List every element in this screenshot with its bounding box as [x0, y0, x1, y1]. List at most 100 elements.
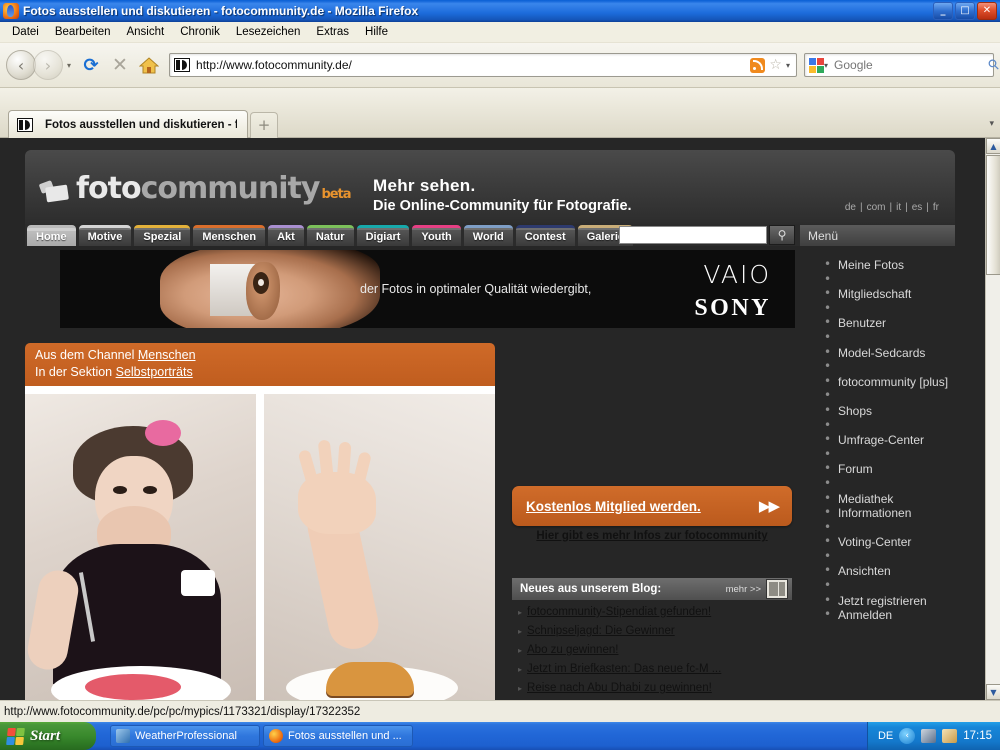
list-item[interactable]: ▸ Schnipseljagd: Die Gewinner — [518, 625, 792, 637]
sidebar-item-benutzer[interactable]: Benutzer — [824, 315, 985, 331]
chevron-down-icon[interactable]: ▾ — [67, 61, 71, 70]
sidebar-item-meine-fotos[interactable]: Meine Fotos — [824, 257, 985, 273]
back-button[interactable]: ‹ — [6, 50, 36, 80]
channel-tab-akt[interactable]: Akt — [268, 225, 304, 246]
magnify-icon: ⚲ — [777, 228, 787, 242]
list-all-tabs-icon[interactable]: ▾ — [989, 118, 994, 129]
sidebar-item-umfrage-center[interactable]: Umfrage-Center — [824, 432, 985, 448]
chevron-left-icon[interactable]: ‹ — [899, 728, 916, 744]
channel-promo-link-selbstportraets[interactable]: Selbstporträts — [116, 365, 193, 379]
sidebar-item-jetzt-registrieren[interactable]: Jetzt registrieren — [824, 593, 985, 609]
menu-item-bearbeiten[interactable]: Bearbeiten — [47, 24, 119, 40]
new-tab-button[interactable]: + — [250, 112, 278, 138]
sidebar-item-mediathek[interactable]: Mediathek — [824, 491, 985, 507]
sidebar-spacer — [824, 549, 985, 565]
sidebar-item-shops[interactable]: Shops — [824, 403, 985, 419]
site-search-input[interactable] — [619, 226, 767, 244]
status-bar-url: http://www.fotocommunity.de/pc/pc/mypics… — [4, 705, 361, 718]
lang-fr[interactable]: fr — [931, 202, 941, 213]
tray-language-indicator[interactable]: DE — [878, 730, 893, 742]
channel-tab-menschen[interactable]: Menschen — [193, 225, 266, 246]
blog-more-link[interactable]: mehr >> — [726, 584, 761, 595]
channel-tab-spezial[interactable]: Spezial — [134, 225, 191, 246]
channel-label: Home — [36, 231, 67, 243]
address-bar[interactable]: http://www.fotocommunity.de/ ☆ ▾ — [169, 53, 797, 77]
taskbar-item-firefox[interactable]: Fotos ausstellen und ... — [263, 725, 413, 747]
browser-tab-active[interactable]: Fotos ausstellen und diskutieren - fo... — [8, 110, 248, 138]
list-item[interactable]: ▸ Abo zu gewinnen! — [518, 644, 792, 656]
channel-promo-link-menschen[interactable]: Menschen — [138, 348, 196, 362]
network-icon[interactable] — [921, 729, 937, 743]
home-icon[interactable] — [136, 52, 162, 78]
scrollbar-thumb[interactable] — [986, 155, 1000, 275]
menu-item-chronik[interactable]: Chronik — [172, 24, 228, 40]
channel-tab-digiart[interactable]: Digiart — [356, 225, 410, 246]
search-input[interactable] — [828, 58, 990, 72]
windows-flag-icon — [6, 727, 25, 745]
sidebar-item-mitgliedschaft[interactable]: Mitgliedschaft — [824, 286, 985, 302]
double-arrow-icon: ▶▶ — [758, 497, 780, 515]
lang-sep: | — [905, 202, 908, 213]
address-bar-value: http://www.fotocommunity.de/ — [196, 58, 352, 72]
taskbar-item-weatherprofessional[interactable]: WeatherProfessional — [110, 725, 260, 747]
site-logo[interactable]: fotocommunity beta — [38, 174, 352, 210]
sidebar-item-anmelden[interactable]: Anmelden — [824, 607, 985, 623]
menu-item-datei[interactable]: Datei — [4, 24, 47, 40]
scroll-down-button[interactable]: ▼ — [986, 684, 1000, 700]
vertical-scrollbar[interactable]: ▲ ▼ — [985, 138, 1000, 700]
more-info-link[interactable]: Hier gibt es mehr Infos zur fotocommunit… — [512, 530, 792, 542]
lang-com[interactable]: com — [865, 202, 888, 213]
address-bar-actions: ☆ ▾ — [750, 57, 792, 73]
blog-item-label: fotocommunity-Stipendiat gefunden! — [527, 606, 712, 618]
featured-photo-2[interactable] — [264, 394, 495, 700]
camera-icon — [38, 180, 70, 204]
lang-it[interactable]: it — [894, 202, 903, 213]
rss-icon[interactable] — [750, 57, 766, 73]
channel-tab-natur[interactable]: Natur — [306, 225, 354, 246]
site-logo-text: fotocommunity beta — [76, 174, 352, 210]
list-item[interactable]: ▸ fotocommunity-Stipendiat gefunden! — [518, 606, 792, 618]
sidebar-item-fotocommunity-plus[interactable]: fotocommunity [plus] — [824, 374, 985, 390]
site-search-button[interactable]: ⚲ — [769, 225, 795, 245]
reload-icon[interactable]: ⟳ — [78, 52, 104, 78]
sidebar-item-ansichten[interactable]: Ansichten — [824, 563, 985, 579]
search-bar[interactable]: ▾ ⚲ — [804, 53, 1000, 77]
vaio-logo: VAIO — [703, 260, 771, 289]
channel-tab-home[interactable]: Home — [27, 225, 76, 246]
menu-item-lesezeichen[interactable]: Lesezeichen — [228, 24, 309, 40]
menu-item-ansicht[interactable]: Ansicht — [118, 24, 172, 40]
site-menu-strip[interactable]: Menü — [800, 225, 955, 246]
sidebar-item-informationen[interactable]: Informationen — [824, 505, 985, 521]
channel-label: Natur — [315, 231, 345, 243]
lang-de[interactable]: de — [843, 202, 858, 213]
maximize-button[interactable]: □ — [955, 2, 975, 20]
close-button[interactable]: ✕ — [977, 2, 997, 20]
sidebar-item-model-sedcards[interactable]: Model-Sedcards — [824, 345, 985, 361]
forward-button[interactable]: › — [33, 50, 63, 80]
list-item[interactable]: ▸ Reise nach Abu Dhabi zu gewinnen! — [518, 682, 792, 694]
start-button[interactable]: Start — [0, 722, 96, 750]
sidebar-item-voting-center[interactable]: Voting-Center — [824, 534, 985, 550]
menu-item-extras[interactable]: Extras — [308, 24, 357, 40]
sony-vaio-banner[interactable]: der Fotos in optimaler Qualität wiedergi… — [60, 250, 795, 328]
lang-es[interactable]: es — [910, 202, 925, 213]
menu-item-hilfe[interactable]: Hilfe — [357, 24, 396, 40]
google-icon[interactable] — [809, 57, 824, 73]
chevron-down-icon[interactable]: ▾ — [786, 61, 790, 70]
channel-tab-motive[interactable]: Motive — [78, 225, 132, 246]
star-icon[interactable]: ☆ — [769, 57, 782, 73]
join-free-button[interactable]: Kostenlos Mitglied werden. ▶▶ — [512, 486, 792, 526]
list-item[interactable]: ▸ Jetzt im Briefkasten: Das neue fc-M ... — [518, 663, 792, 675]
minimize-button[interactable]: _ — [933, 2, 953, 20]
channel-tab-youth[interactable]: Youth — [412, 225, 461, 246]
logo-beta-badge: beta — [321, 187, 351, 202]
sidebar-item-forum[interactable]: Forum — [824, 461, 985, 477]
page-viewport: fotocommunity beta Mehr sehen. Die Online… — [0, 138, 1000, 700]
stop-icon[interactable]: ✕ — [107, 52, 133, 78]
channel-tab-contest[interactable]: Contest — [515, 225, 575, 246]
package-icon[interactable] — [942, 729, 958, 743]
channel-tab-world[interactable]: World — [463, 225, 513, 246]
featured-photo-1[interactable] — [25, 394, 256, 700]
taskbar-item-label: WeatherProfessional — [135, 730, 237, 742]
scroll-up-button[interactable]: ▲ — [986, 138, 1000, 154]
